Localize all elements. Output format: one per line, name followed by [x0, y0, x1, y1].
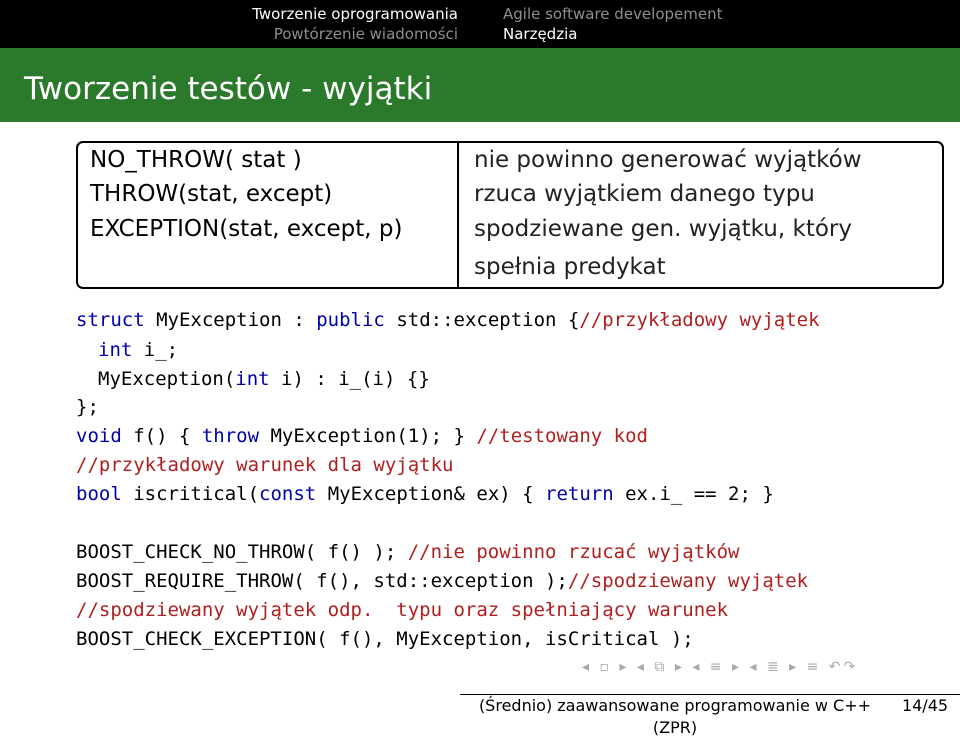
prev-page-icon[interactable]: ◂ ≣ ▸ [749, 659, 799, 675]
code-text: MyException& ex) { [316, 483, 546, 505]
table-divider [457, 141, 459, 287]
code-line: BOOST_CHECK_EXCEPTION( f(), MyException,… [76, 625, 694, 653]
code-text: ex.i_ == 2; } [613, 483, 774, 505]
code-text: MyException( [98, 368, 236, 390]
code-line: int i_; [98, 336, 178, 364]
code-text: }; [76, 396, 99, 418]
code-comment: //spodziewany wyjątek odp. typu oraz spe… [76, 599, 729, 621]
table-cell-macro: EXCEPTION(stat, except, p) [90, 216, 403, 242]
prev-frame-icon[interactable]: ◂ ▫ ▸ [582, 659, 629, 675]
code-text: iscritical( [121, 483, 260, 505]
top-navigation: Tworzenie oprogramowania Powtórzenie wia… [0, 0, 960, 48]
prev-section-icon[interactable]: ◂ ≡ ▸ [692, 659, 742, 675]
nav-link-tools[interactable]: Narzędzia [503, 24, 722, 44]
slide-title: Tworzenie testów - wyjątki [24, 71, 433, 107]
nav-left-section: Tworzenie oprogramowania Powtórzenie wia… [252, 4, 458, 44]
code-text: i_; [132, 339, 179, 361]
code-keyword: return [545, 483, 614, 505]
code-line: //przykładowy warunek dla wyjątku [76, 451, 454, 479]
slide-navigation-controls: ◂ ▫ ▸ ◂ ⧉ ▸ ◂ ≡ ▸ ◂ ≣ ▸ ≡ ↶↷ [582, 659, 858, 675]
search-icon[interactable]: ↶↷ [829, 659, 858, 675]
prev-subsection-icon[interactable]: ◂ ⧉ ▸ [637, 659, 685, 675]
macro-table: NO_THROW( stat ) nie powinno generować w… [76, 141, 944, 289]
code-text: BOOST_CHECK_NO_THROW( f() ); [76, 541, 408, 563]
code-text: MyException(1); } [259, 425, 477, 447]
footer: (Średnio) zaawansowane programowanie w C… [0, 694, 960, 737]
code-keyword: const [259, 483, 317, 505]
code-line: void f() { throw MyException(1); } //tes… [76, 422, 648, 450]
code-keyword: throw [201, 425, 260, 447]
nav-link-section-active[interactable]: Tworzenie oprogramowania [252, 4, 458, 24]
code-keyword: struct [76, 309, 145, 331]
code-keyword: public [316, 309, 385, 331]
code-text: BOOST_CHECK_EXCEPTION( f(), MyException,… [76, 628, 694, 650]
code-text: BOOST_REQUIRE_THROW( f(), std::exception… [76, 570, 568, 592]
nav-link-agile[interactable]: Agile software developement [503, 4, 722, 24]
code-keyword: void [76, 425, 122, 447]
table-cell-desc: rzuca wyjątkiem danego typu [474, 181, 815, 207]
code-line: BOOST_REQUIRE_THROW( f(), std::exception… [76, 567, 808, 595]
footer-title: (Średnio) zaawansowane programowanie w C… [460, 694, 890, 737]
title-bar: Tworzenie testów - wyjątki [0, 48, 960, 122]
table-cell-macro: NO_THROW( stat ) [90, 147, 302, 173]
code-text: f() { [121, 425, 202, 447]
page-number: 14/45 [890, 694, 960, 717]
nav-right-section: Agile software developement Narzędzia [503, 4, 722, 44]
table-cell-desc: nie powinno generować wyjątków [474, 147, 862, 173]
table-cell-macro: THROW(stat, except) [90, 181, 333, 207]
code-line: BOOST_CHECK_NO_THROW( f() ); //nie powin… [76, 538, 739, 566]
code-keyword: int [98, 339, 133, 361]
document-icon[interactable]: ≡ [807, 659, 822, 675]
code-line: }; [76, 393, 99, 421]
code-comment: //przykładowy warunek dla wyjątku [76, 454, 454, 476]
code-line: bool iscritical(const MyException& ex) {… [76, 480, 774, 508]
code-keyword: int [235, 368, 270, 390]
nav-link-subsection[interactable]: Powtórzenie wiadomości [252, 24, 458, 44]
table-cell-desc: spodziewane gen. wyjątku, który spełnia … [474, 216, 852, 280]
code-line: MyException(int i) : i_(i) {} [98, 365, 430, 393]
code-comment: //testowany kod [476, 425, 648, 447]
code-keyword: bool [76, 483, 122, 505]
code-line: struct MyException : public std::excepti… [76, 306, 820, 334]
code-comment: //przykładowy wyjątek [579, 309, 820, 331]
code-comment: //nie powinno rzucać wyjątków [407, 541, 740, 563]
code-text: i) : i_(i) {} [269, 368, 430, 390]
code-line: //spodziewany wyjątek odp. typu oraz spe… [76, 596, 728, 624]
code-comment: //spodziewany wyjątek [567, 570, 809, 592]
code-text: MyException : [144, 309, 317, 331]
code-text: std::exception { [384, 309, 580, 331]
